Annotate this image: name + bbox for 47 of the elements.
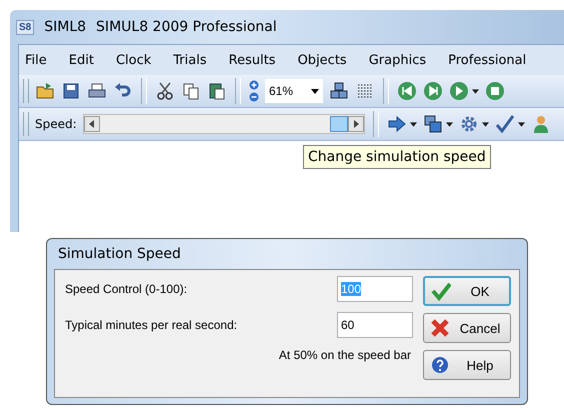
dropdown-arrow-icon[interactable] — [410, 122, 417, 126]
stacked-windows-icon[interactable] — [422, 114, 443, 134]
help-button[interactable]: Help — [423, 350, 511, 380]
cut-icon[interactable] — [155, 81, 175, 101]
settings-icon[interactable] — [458, 114, 479, 134]
dropdown-arrow-icon[interactable] — [482, 122, 489, 126]
note-text: At 50% on the speed bar — [278, 348, 412, 362]
paste-icon[interactable] — [207, 81, 227, 101]
ok-button[interactable]: OK — [423, 276, 511, 306]
cancel-button[interactable]: Cancel — [423, 313, 511, 343]
save-icon[interactable] — [61, 81, 81, 101]
dropdown-arrow-icon[interactable] — [472, 88, 479, 94]
cross-icon — [430, 318, 450, 338]
speed-scrollbar[interactable] — [82, 114, 365, 134]
dropdown-arrow-icon[interactable] — [446, 122, 453, 126]
menu-item[interactable]: Professional — [448, 52, 526, 68]
help-icon — [430, 355, 450, 375]
app-icon: S8 — [16, 20, 34, 34]
menu-item[interactable]: Clock — [116, 52, 152, 68]
tooltip: Change simulation speed — [303, 145, 491, 169]
menu-item[interactable]: Objects — [298, 52, 347, 68]
scroll-thumb[interactable] — [330, 116, 348, 132]
menu-item[interactable]: File — [25, 52, 47, 68]
menu-item[interactable]: Edit — [68, 52, 94, 68]
copy-icon[interactable] — [181, 81, 201, 101]
check-icon[interactable] — [494, 114, 515, 134]
menu-item[interactable]: Trials — [173, 52, 207, 68]
window-title: SIML8 — [44, 19, 86, 35]
cubes-icon[interactable] — [329, 81, 349, 101]
rewind-icon[interactable] — [397, 81, 417, 101]
window-title: SIMUL8 2009 Professional — [96, 19, 277, 35]
dropdown-arrow-icon[interactable] — [518, 122, 525, 126]
field-label: Typical minutes per real second: — [65, 318, 238, 332]
input-field[interactable]: 60 — [337, 312, 413, 338]
folder-icon[interactable] — [35, 81, 55, 101]
step-icon[interactable] — [423, 81, 443, 101]
arrow-icon[interactable] — [386, 114, 407, 134]
dropdown-arrow-icon — [311, 88, 319, 94]
menu-item[interactable]: Results — [228, 52, 276, 68]
field-label: Speed Control (0-100): — [65, 282, 188, 296]
dialog-title: Simulation Speed — [57, 245, 182, 264]
speed-label: Speed: — [35, 117, 77, 131]
zoom-spinner-icon[interactable] — [249, 80, 259, 102]
stop-icon[interactable] — [485, 81, 505, 101]
menu-item[interactable]: Graphics — [368, 52, 426, 68]
check-icon — [431, 281, 451, 301]
zoom-dropdown[interactable]: 61% — [265, 79, 323, 103]
